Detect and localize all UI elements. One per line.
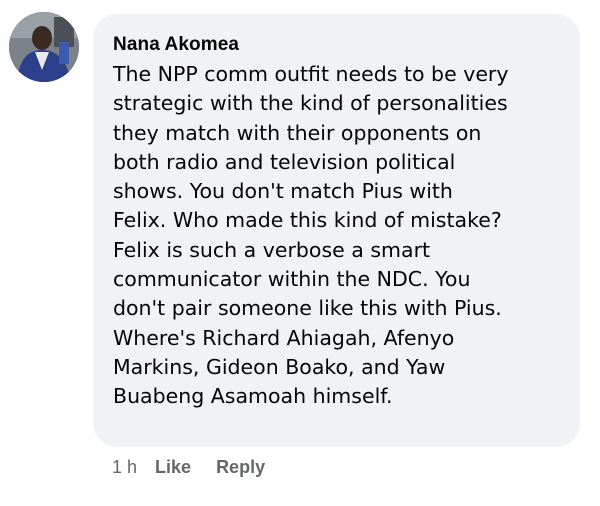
comment-actions: 1 h Like Reply [112, 455, 290, 479]
comment-text-line: both radio and television political [113, 149, 456, 174]
comment-text-line: Buabeng Asamoah himself. [113, 384, 393, 409]
like-button[interactable]: Like [155, 457, 191, 478]
comment-text: The NPP comm outfit needs to be very str… [113, 60, 573, 412]
avatar-photo-icon [9, 12, 79, 82]
comment-bubble: Nana Akomea The NPP comm outfit needs to… [93, 14, 580, 447]
comment-text-line: shows. You don't match Pius with [113, 179, 453, 204]
comment-text-line: Markins, Gideon Boako, and Yaw [113, 354, 446, 379]
reply-button[interactable]: Reply [216, 457, 265, 478]
comment-text-line: Where's Richard Ahiagah, Afenyo [113, 325, 455, 350]
comment-text-line: strategic with the kind of personalities [113, 91, 508, 116]
comment: Nana Akomea The NPP comm outfit needs to… [0, 0, 600, 506]
comment-text-line: Felix. Who made this kind of mistake? [113, 208, 502, 233]
comment-text-line: communicator within the NDC. You [113, 267, 471, 292]
comment-text-line: The NPP comm outfit needs to be very [113, 62, 509, 86]
comment-text-line: they match with their opponents on [113, 120, 482, 145]
comment-text-line: Felix is such a verbose a smart [113, 237, 431, 262]
author-name[interactable]: Nana Akomea [113, 34, 239, 56]
author-avatar[interactable] [9, 12, 79, 82]
comment-timestamp[interactable]: 1 h [112, 457, 137, 478]
comment-text-line: don't pair someone like this with Pius. [113, 296, 502, 321]
